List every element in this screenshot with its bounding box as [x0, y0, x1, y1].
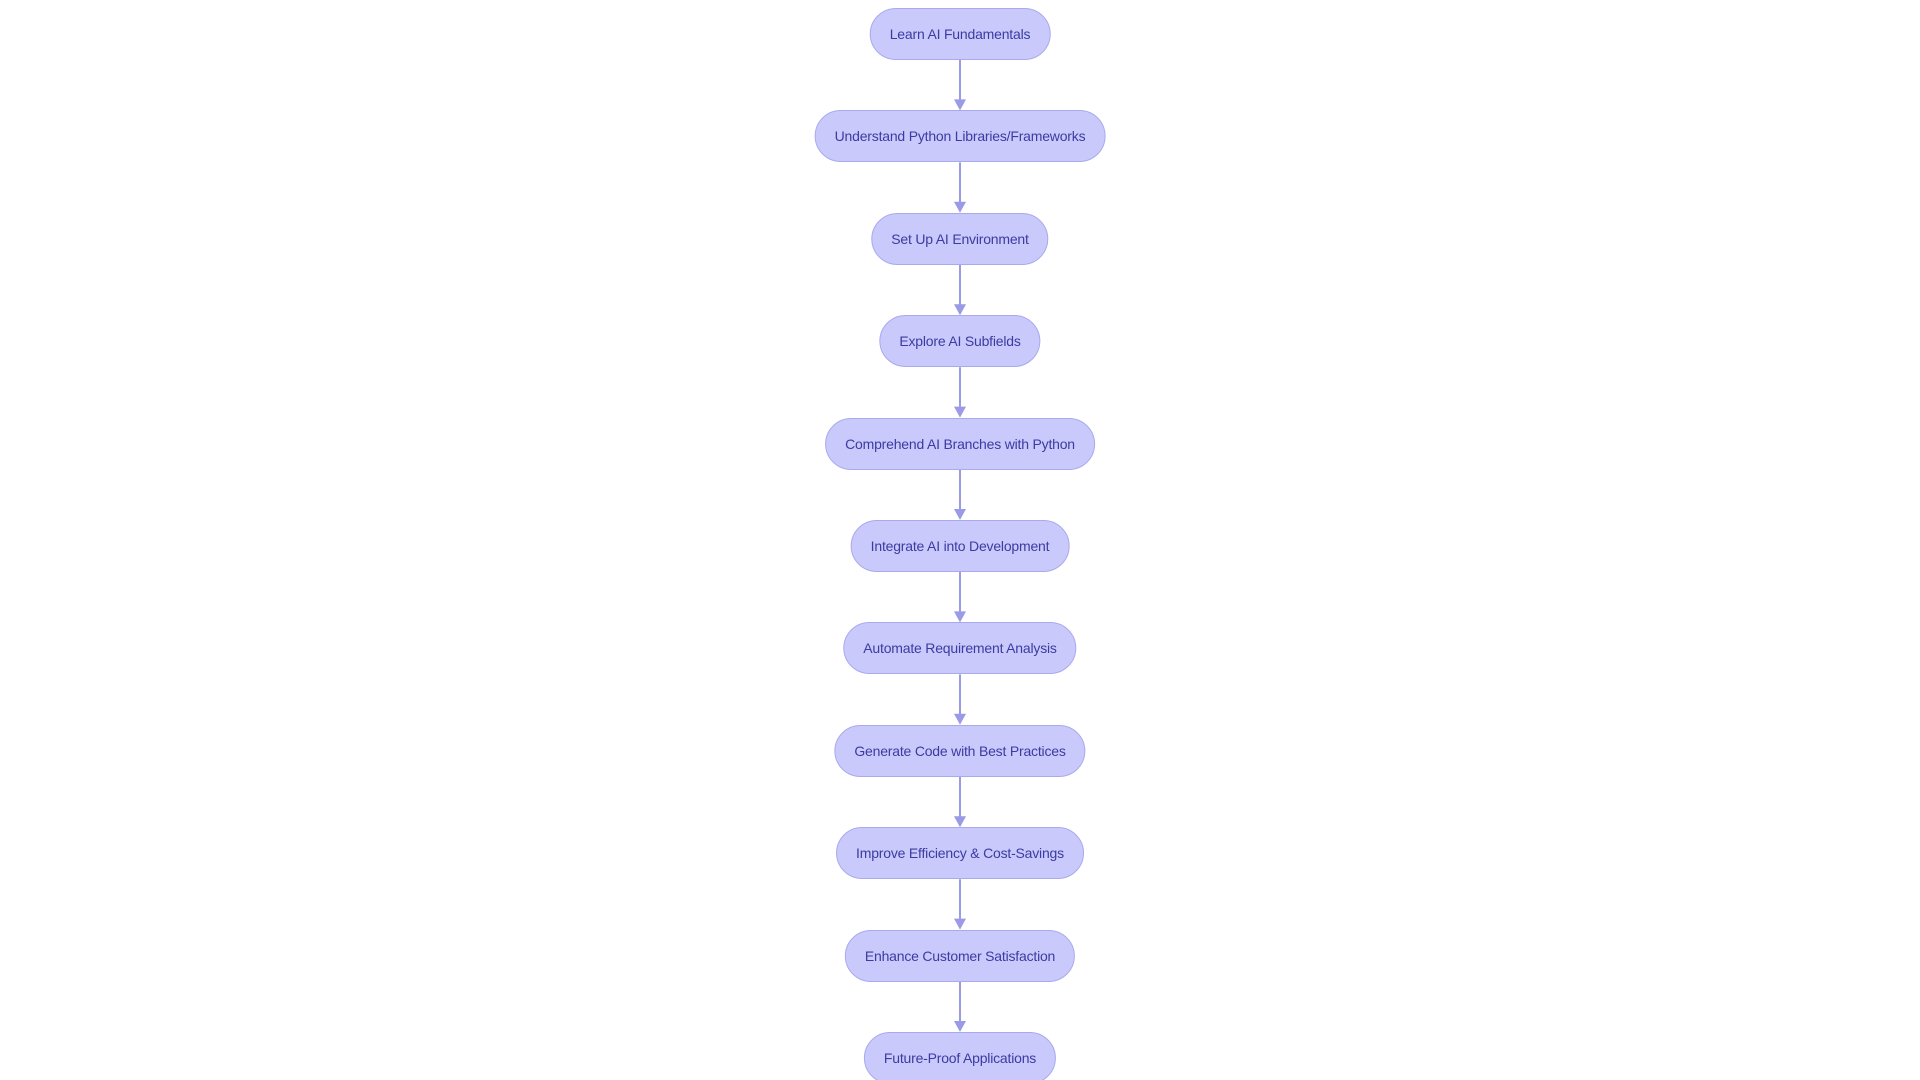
arrowhead-icon — [954, 713, 966, 725]
node-generate-code[interactable]: Generate Code with Best Practices — [834, 724, 1086, 777]
arrowhead-icon — [954, 918, 966, 930]
node-explore-ai-subfields[interactable]: Explore AI Subfields — [879, 315, 1041, 368]
flowchart-canvas: Learn AI Fundamentals Understand Python … — [0, 0, 1920, 1080]
arrowhead-icon — [954, 99, 966, 111]
node-comprehend-ai-branches[interactable]: Comprehend AI Branches with Python — [825, 417, 1095, 470]
edge-n5-n6 — [954, 469, 966, 520]
arrowhead-icon — [954, 611, 966, 623]
edge-n4-n5 — [954, 367, 966, 418]
edge-n10-n11 — [954, 981, 966, 1032]
edge-n8-n9 — [954, 776, 966, 828]
edge-n9-n10 — [954, 879, 966, 930]
edge-n1-n2 — [954, 60, 966, 111]
edge-n3-n4 — [954, 264, 966, 316]
node-understand-python-libraries[interactable]: Understand Python Libraries/Frameworks — [814, 110, 1106, 163]
node-automate-requirement-analysis[interactable]: Automate Requirement Analysis — [843, 622, 1077, 675]
arrowhead-icon — [954, 304, 966, 316]
edge-n6-n7 — [954, 572, 966, 623]
node-future-proof-applications[interactable]: Future-Proof Applications — [863, 1032, 1057, 1080]
arrowhead-icon — [954, 509, 966, 520]
arrowhead-icon — [954, 406, 966, 418]
arrowhead-icon — [954, 1021, 966, 1032]
edge-n7-n8 — [954, 674, 966, 725]
edge-n2-n3 — [954, 162, 966, 213]
node-learn-ai-fundamentals[interactable]: Learn AI Fundamentals — [869, 8, 1051, 60]
node-enhance-customer-satisfaction[interactable]: Enhance Customer Satisfaction — [844, 929, 1076, 982]
node-improve-efficiency[interactable]: Improve Efficiency & Cost-Savings — [836, 827, 1084, 880]
node-set-up-ai-environment[interactable]: Set Up AI Environment — [871, 212, 1049, 265]
arrowhead-icon — [954, 816, 966, 828]
node-integrate-ai-into-development[interactable]: Integrate AI into Development — [850, 520, 1070, 572]
arrowhead-icon — [954, 201, 966, 213]
